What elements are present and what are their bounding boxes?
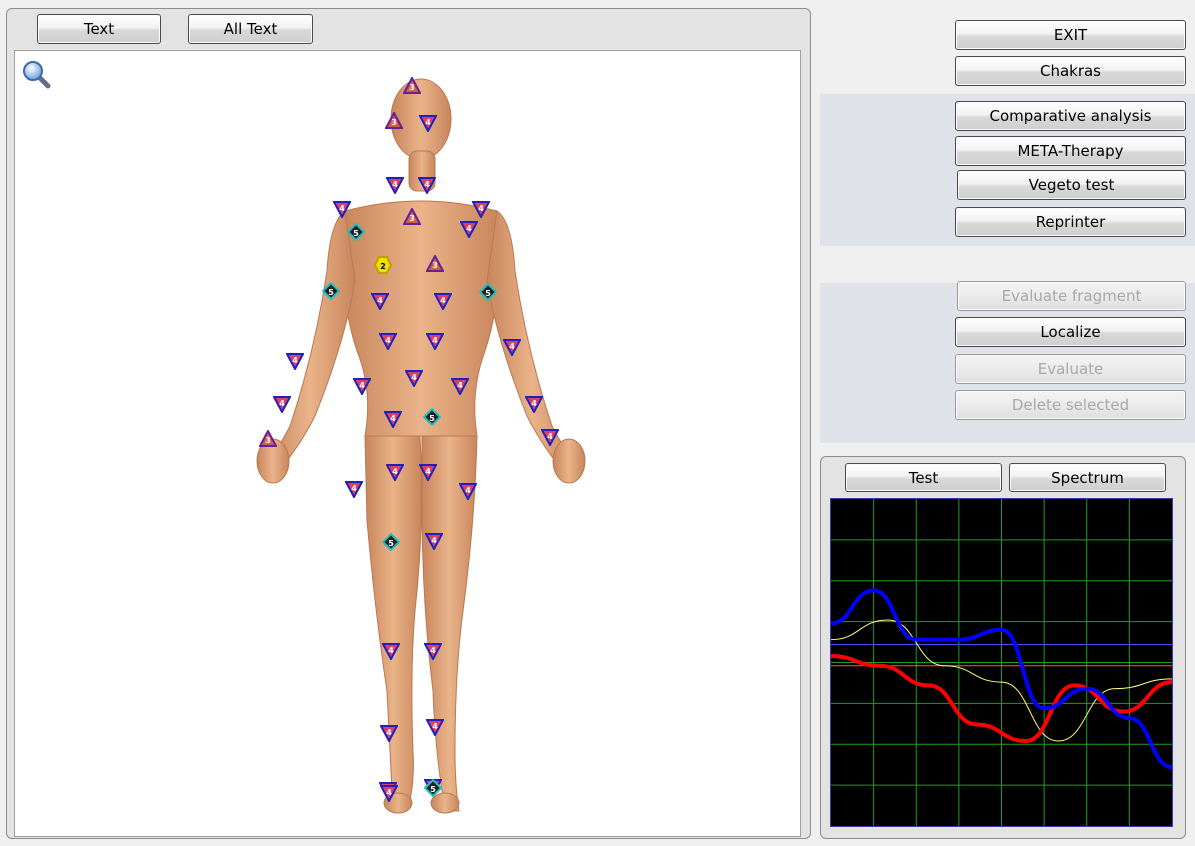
- svg-text:3: 3: [432, 261, 438, 270]
- svg-text:4: 4: [351, 484, 357, 493]
- triangle-down-marker[interactable]: 4: [525, 395, 543, 413]
- svg-text:4: 4: [466, 224, 472, 233]
- triangle-up-marker[interactable]: 3: [403, 208, 421, 226]
- svg-text:4: 4: [377, 296, 383, 305]
- triangle-down-marker[interactable]: 4: [386, 176, 404, 194]
- triangle-down-marker[interactable]: 4: [380, 784, 398, 802]
- svg-text:4: 4: [386, 788, 392, 797]
- delete-selected-button[interactable]: Delete selected: [955, 390, 1186, 420]
- reprinter-button[interactable]: Reprinter: [955, 207, 1186, 237]
- triangle-down-marker[interactable]: 4: [419, 114, 437, 132]
- svg-text:4: 4: [432, 336, 438, 345]
- triangle-down-marker[interactable]: 4: [380, 724, 398, 742]
- triangle-down-marker[interactable]: 4: [425, 532, 443, 550]
- localize-button[interactable]: Localize: [955, 317, 1186, 347]
- svg-text:4: 4: [359, 381, 365, 390]
- svg-text:3: 3: [391, 118, 397, 127]
- svg-text:4: 4: [425, 118, 431, 127]
- svg-text:4: 4: [388, 646, 394, 655]
- triangle-down-marker[interactable]: 4: [459, 482, 477, 500]
- triangle-down-marker[interactable]: 4: [472, 200, 490, 218]
- triangle-down-marker[interactable]: 4: [405, 369, 423, 387]
- triangle-down-marker[interactable]: 4: [424, 642, 442, 660]
- triangle-up-marker[interactable]: 3: [426, 255, 444, 273]
- triangle-down-marker[interactable]: 4: [273, 395, 291, 413]
- svg-text:4: 4: [424, 180, 430, 189]
- svg-text:4: 4: [457, 381, 463, 390]
- triangle-down-marker[interactable]: 4: [541, 428, 559, 446]
- triangle-down-marker[interactable]: 4: [371, 292, 389, 310]
- svg-text:4: 4: [440, 296, 446, 305]
- svg-text:4: 4: [425, 467, 431, 476]
- svg-text:4: 4: [465, 486, 471, 495]
- all-text-button[interactable]: All Text: [188, 14, 313, 44]
- triangle-down-marker[interactable]: 4: [386, 463, 404, 481]
- text-button[interactable]: Text: [37, 14, 161, 44]
- svg-text:5: 5: [485, 289, 491, 298]
- triangle-down-marker[interactable]: 4: [426, 718, 444, 736]
- diamond-marker[interactable]: 5: [424, 779, 442, 797]
- diamond-marker[interactable]: 5: [322, 282, 340, 300]
- comparative-analysis-button[interactable]: Comparative analysis: [955, 101, 1186, 131]
- svg-text:3: 3: [409, 83, 415, 92]
- test-button[interactable]: Test: [845, 463, 1002, 492]
- diamond-marker[interactable]: 5: [382, 533, 400, 551]
- triangle-down-marker[interactable]: 4: [426, 332, 444, 350]
- triangle-down-marker[interactable]: 4: [503, 338, 521, 356]
- svg-text:4: 4: [392, 180, 398, 189]
- triangle-down-marker[interactable]: 4: [379, 332, 397, 350]
- svg-text:3: 3: [409, 214, 415, 223]
- triangle-up-marker[interactable]: 3: [385, 112, 403, 130]
- body-viewport[interactable]: 3 3 4 4 4 4 3 4 5 4 2 3 5 5 4 4 4 4 4 4 4 4 4 4 4 5 4 3 4 4 4 4 4 4 5 4 4 4 4 4…: [14, 50, 801, 837]
- svg-text:3: 3: [265, 436, 271, 445]
- spectrum-button[interactable]: Spectrum: [1009, 463, 1166, 492]
- svg-text:4: 4: [339, 204, 345, 213]
- svg-text:4: 4: [430, 646, 436, 655]
- evaluate-button[interactable]: Evaluate: [955, 354, 1186, 384]
- vegeto-test-button[interactable]: Vegeto test: [957, 170, 1186, 200]
- svg-text:4: 4: [431, 536, 437, 545]
- svg-text:4: 4: [390, 414, 396, 423]
- triangle-down-marker[interactable]: 4: [451, 377, 469, 395]
- diamond-marker[interactable]: 5: [423, 408, 441, 426]
- svg-text:4: 4: [386, 728, 392, 737]
- marker-layer: 3 3 4 4 4 4 3 4 5 4 2 3 5 5 4 4 4 4 4 4 4 4 4 4 4 5 4 3 4 4 4 4 4 4 5 4 4 4 4 4…: [15, 51, 800, 836]
- triangle-down-marker[interactable]: 4: [418, 176, 436, 194]
- triangle-down-marker[interactable]: 4: [434, 292, 452, 310]
- triangle-down-marker[interactable]: 4: [353, 377, 371, 395]
- evaluate-fragment-button[interactable]: Evaluate fragment: [957, 281, 1186, 311]
- triangle-down-marker[interactable]: 4: [382, 642, 400, 660]
- exit-button[interactable]: EXIT: [955, 20, 1186, 50]
- svg-text:5: 5: [388, 539, 394, 548]
- svg-text:4: 4: [531, 399, 537, 408]
- triangle-down-marker[interactable]: 4: [384, 410, 402, 428]
- triangle-down-marker[interactable]: 4: [460, 220, 478, 238]
- chakras-button[interactable]: Chakras: [955, 56, 1186, 86]
- svg-text:4: 4: [509, 342, 515, 351]
- svg-text:4: 4: [547, 432, 553, 441]
- svg-text:4: 4: [292, 356, 298, 365]
- svg-text:4: 4: [279, 399, 285, 408]
- triangle-down-marker[interactable]: 4: [345, 480, 363, 498]
- triangle-down-marker[interactable]: 4: [419, 463, 437, 481]
- svg-text:4: 4: [432, 722, 438, 731]
- triangle-down-marker[interactable]: 4: [333, 200, 351, 218]
- diamond-marker[interactable]: 5: [347, 223, 365, 241]
- svg-text:5: 5: [430, 785, 436, 794]
- spectrum-chart: [830, 498, 1173, 827]
- triangle-down-marker[interactable]: 4: [286, 352, 304, 370]
- svg-text:4: 4: [478, 204, 484, 213]
- svg-text:4: 4: [385, 336, 391, 345]
- svg-text:4: 4: [411, 373, 417, 382]
- svg-text:2: 2: [380, 262, 386, 271]
- diamond-marker[interactable]: 5: [479, 283, 497, 301]
- svg-text:5: 5: [328, 288, 334, 297]
- svg-text:5: 5: [429, 414, 435, 423]
- triangle-up-marker[interactable]: 3: [403, 77, 421, 95]
- svg-text:5: 5: [353, 229, 359, 238]
- triangle-up-marker[interactable]: 3: [259, 430, 277, 448]
- hexagon-marker[interactable]: 2: [374, 256, 392, 274]
- meta-therapy-button[interactable]: META-Therapy: [955, 136, 1186, 166]
- svg-text:4: 4: [392, 467, 398, 476]
